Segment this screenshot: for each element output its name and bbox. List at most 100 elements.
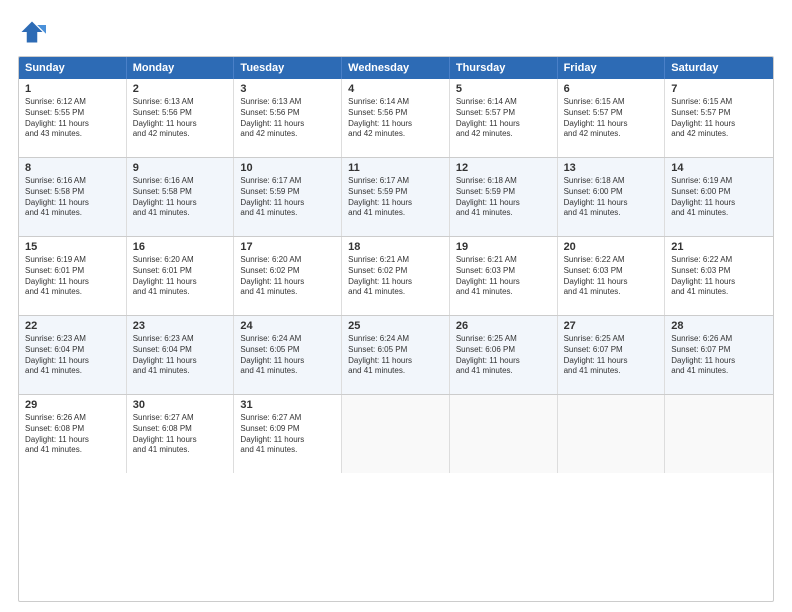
cell-info: Sunrise: 6:27 AM Sunset: 6:09 PM Dayligh…: [240, 413, 335, 456]
calendar-cell: 5Sunrise: 6:14 AM Sunset: 5:57 PM Daylig…: [450, 79, 558, 157]
day-number: 22: [25, 320, 120, 332]
day-number: 13: [564, 162, 659, 174]
cell-info: Sunrise: 6:13 AM Sunset: 5:56 PM Dayligh…: [133, 97, 228, 140]
cell-info: Sunrise: 6:16 AM Sunset: 5:58 PM Dayligh…: [133, 176, 228, 219]
cell-info: Sunrise: 6:13 AM Sunset: 5:56 PM Dayligh…: [240, 97, 335, 140]
cell-info: Sunrise: 6:24 AM Sunset: 6:05 PM Dayligh…: [240, 334, 335, 377]
calendar-cell: 3 Sunrise: 6:13 AM Sunset: 5:56 PM Daylig…: [234, 79, 342, 157]
day-number: 19: [456, 241, 551, 253]
calendar-cell: 18Sunrise: 6:21 AM Sunset: 6:02 PM Dayli…: [342, 237, 450, 315]
cell-info: Sunrise: 6:18 AM Sunset: 5:59 PM Dayligh…: [456, 176, 551, 219]
day-number: 8: [25, 162, 120, 174]
day-number: 28: [671, 320, 767, 332]
calendar-cell: 4 Sunrise: 6:14 AM Sunset: 5:56 PM Daylig…: [342, 79, 450, 157]
cell-info: Sunrise: 6:16 AM Sunset: 5:58 PM Dayligh…: [25, 176, 120, 219]
day-number: 6: [564, 83, 659, 95]
calendar-cell: 6Sunrise: 6:15 AM Sunset: 5:57 PM Daylig…: [558, 79, 666, 157]
cell-info: Sunrise: 6:19 AM Sunset: 6:01 PM Dayligh…: [25, 255, 120, 298]
column-header-friday: Friday: [558, 57, 666, 79]
calendar-body: 1Sunrise: 6:12 AM Sunset: 5:55 PM Daylig…: [19, 79, 773, 473]
cell-info: Sunrise: 6:15 AM Sunset: 5:57 PM Dayligh…: [671, 97, 767, 140]
calendar-cell: 14Sunrise: 6:19 AM Sunset: 6:00 PM Dayli…: [665, 158, 773, 236]
day-number: 1: [25, 83, 120, 95]
day-number: 9: [133, 162, 228, 174]
calendar-cell: 24 Sunrise: 6:24 AM Sunset: 6:05 PM Dayli…: [234, 316, 342, 394]
calendar-cell: 20 Sunrise: 6:22 AM Sunset: 6:03 PM Dayli…: [558, 237, 666, 315]
day-number: 26: [456, 320, 551, 332]
cell-info: Sunrise: 6:19 AM Sunset: 6:00 PM Dayligh…: [671, 176, 767, 219]
column-header-tuesday: Tuesday: [234, 57, 342, 79]
day-number: 16: [133, 241, 228, 253]
day-number: 2: [133, 83, 228, 95]
calendar-cell: 16 Sunrise: 6:20 AM Sunset: 6:01 PM Dayli…: [127, 237, 235, 315]
day-number: 25: [348, 320, 443, 332]
calendar-cell: 1Sunrise: 6:12 AM Sunset: 5:55 PM Daylig…: [19, 79, 127, 157]
day-number: 27: [564, 320, 659, 332]
header: [18, 18, 774, 46]
calendar-cell: 30 Sunrise: 6:27 AM Sunset: 6:08 PM Dayli…: [127, 395, 235, 473]
day-number: 31: [240, 399, 335, 411]
calendar-cell: 2 Sunrise: 6:13 AM Sunset: 5:56 PM Daylig…: [127, 79, 235, 157]
calendar-cell: 26 Sunrise: 6:25 AM Sunset: 6:06 PM Dayli…: [450, 316, 558, 394]
cell-info: Sunrise: 6:14 AM Sunset: 5:56 PM Dayligh…: [348, 97, 443, 140]
calendar-cell: [450, 395, 558, 473]
calendar-cell: 8 Sunrise: 6:16 AM Sunset: 5:58 PM Daylig…: [19, 158, 127, 236]
cell-info: Sunrise: 6:22 AM Sunset: 6:03 PM Dayligh…: [671, 255, 767, 298]
cell-info: Sunrise: 6:26 AM Sunset: 6:08 PM Dayligh…: [25, 413, 120, 456]
day-number: 4: [348, 83, 443, 95]
day-number: 12: [456, 162, 551, 174]
calendar-cell: [558, 395, 666, 473]
day-number: 30: [133, 399, 228, 411]
cell-info: Sunrise: 6:20 AM Sunset: 6:01 PM Dayligh…: [133, 255, 228, 298]
column-header-wednesday: Wednesday: [342, 57, 450, 79]
calendar-row: 29 Sunrise: 6:26 AM Sunset: 6:08 PM Dayli…: [19, 395, 773, 473]
calendar-cell: 28 Sunrise: 6:26 AM Sunset: 6:07 PM Dayli…: [665, 316, 773, 394]
cell-info: Sunrise: 6:18 AM Sunset: 6:00 PM Dayligh…: [564, 176, 659, 219]
calendar-cell: 12 Sunrise: 6:18 AM Sunset: 5:59 PM Dayli…: [450, 158, 558, 236]
calendar-cell: 23 Sunrise: 6:23 AM Sunset: 6:04 PM Dayli…: [127, 316, 235, 394]
cell-info: Sunrise: 6:25 AM Sunset: 6:06 PM Dayligh…: [456, 334, 551, 377]
column-header-saturday: Saturday: [665, 57, 773, 79]
calendar-cell: 10 Sunrise: 6:17 AM Sunset: 5:59 PM Dayli…: [234, 158, 342, 236]
column-header-monday: Monday: [127, 57, 235, 79]
calendar-cell: 19Sunrise: 6:21 AM Sunset: 6:03 PM Dayli…: [450, 237, 558, 315]
cell-info: Sunrise: 6:24 AM Sunset: 6:05 PM Dayligh…: [348, 334, 443, 377]
calendar-cell: 11Sunrise: 6:17 AM Sunset: 5:59 PM Dayli…: [342, 158, 450, 236]
cell-info: Sunrise: 6:22 AM Sunset: 6:03 PM Dayligh…: [564, 255, 659, 298]
day-number: 10: [240, 162, 335, 174]
day-number: 7: [671, 83, 767, 95]
calendar-cell: 25 Sunrise: 6:24 AM Sunset: 6:05 PM Dayli…: [342, 316, 450, 394]
day-number: 20: [564, 241, 659, 253]
day-number: 29: [25, 399, 120, 411]
column-header-sunday: Sunday: [19, 57, 127, 79]
logo: [18, 18, 50, 46]
calendar-cell: 9 Sunrise: 6:16 AM Sunset: 5:58 PM Daylig…: [127, 158, 235, 236]
cell-info: Sunrise: 6:27 AM Sunset: 6:08 PM Dayligh…: [133, 413, 228, 456]
cell-info: Sunrise: 6:20 AM Sunset: 6:02 PM Dayligh…: [240, 255, 335, 298]
calendar-cell: 13 Sunrise: 6:18 AM Sunset: 6:00 PM Dayli…: [558, 158, 666, 236]
day-number: 18: [348, 241, 443, 253]
calendar-cell: 21 Sunrise: 6:22 AM Sunset: 6:03 PM Dayli…: [665, 237, 773, 315]
calendar-row: 22 Sunrise: 6:23 AM Sunset: 6:04 PM Dayli…: [19, 316, 773, 395]
day-number: 23: [133, 320, 228, 332]
logo-icon: [18, 18, 46, 46]
day-number: 17: [240, 241, 335, 253]
calendar-cell: [342, 395, 450, 473]
column-header-thursday: Thursday: [450, 57, 558, 79]
page: SundayMondayTuesdayWednesdayThursdayFrid…: [0, 0, 792, 612]
cell-info: Sunrise: 6:26 AM Sunset: 6:07 PM Dayligh…: [671, 334, 767, 377]
day-number: 24: [240, 320, 335, 332]
cell-info: Sunrise: 6:23 AM Sunset: 6:04 PM Dayligh…: [133, 334, 228, 377]
calendar-row: 15Sunrise: 6:19 AM Sunset: 6:01 PM Dayli…: [19, 237, 773, 316]
calendar-cell: [665, 395, 773, 473]
cell-info: Sunrise: 6:23 AM Sunset: 6:04 PM Dayligh…: [25, 334, 120, 377]
calendar-header: SundayMondayTuesdayWednesdayThursdayFrid…: [19, 57, 773, 79]
day-number: 3: [240, 83, 335, 95]
day-number: 21: [671, 241, 767, 253]
calendar-cell: 22 Sunrise: 6:23 AM Sunset: 6:04 PM Dayli…: [19, 316, 127, 394]
cell-info: Sunrise: 6:17 AM Sunset: 5:59 PM Dayligh…: [240, 176, 335, 219]
day-number: 11: [348, 162, 443, 174]
calendar-cell: 27 Sunrise: 6:25 AM Sunset: 6:07 PM Dayli…: [558, 316, 666, 394]
cell-info: Sunrise: 6:25 AM Sunset: 6:07 PM Dayligh…: [564, 334, 659, 377]
calendar: SundayMondayTuesdayWednesdayThursdayFrid…: [18, 56, 774, 602]
